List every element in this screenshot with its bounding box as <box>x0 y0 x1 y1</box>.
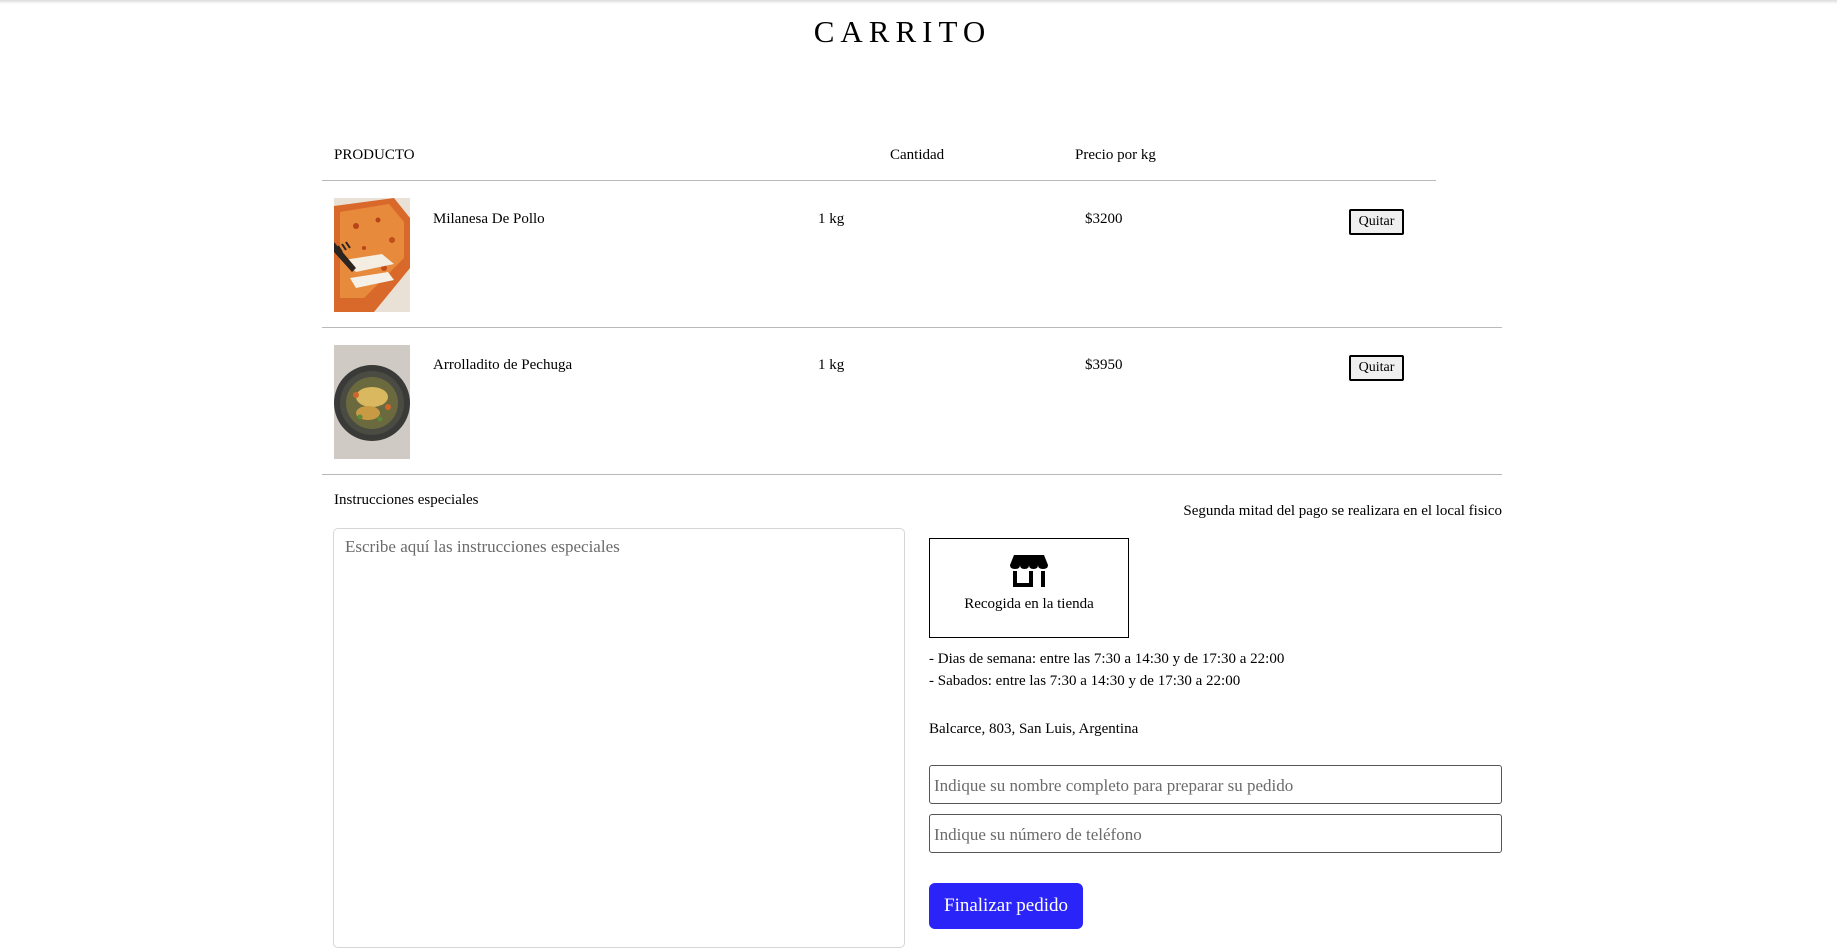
remove-item-button[interactable]: Quitar <box>1349 209 1404 235</box>
weekday-hours: - Dias de semana: entre las 7:30 a 14:30… <box>929 651 1285 667</box>
product-price: $3950 <box>1085 357 1123 373</box>
product-name: Milanesa De Pollo <box>433 211 545 227</box>
product-image-milanesa <box>334 198 410 312</box>
instructions-textarea[interactable] <box>333 528 905 948</box>
instructions-label: Instrucciones especiales <box>334 492 479 508</box>
store-icon <box>1010 554 1048 587</box>
finish-order-button[interactable]: Finalizar pedido <box>929 883 1083 929</box>
phone-input[interactable] <box>929 814 1502 853</box>
product-name: Arrolladito de Pechuga <box>433 357 573 373</box>
product-image-arrolladito <box>334 345 410 459</box>
store-pickup-option[interactable]: Recogida en la tienda <box>929 538 1129 638</box>
product-price: $3200 <box>1085 211 1123 227</box>
page-title: CARRITO <box>813 14 992 49</box>
column-header-price: Precio por kg <box>1075 147 1156 163</box>
row-divider <box>322 327 1502 328</box>
store-address: Balcarce, 803, San Luis, Argentina <box>929 721 1139 737</box>
row-divider <box>322 474 1502 475</box>
full-name-input[interactable] <box>929 765 1502 804</box>
column-header-quantity: Cantidad <box>890 147 945 163</box>
payment-note: Segunda mitad del pago se realizara en e… <box>1183 503 1502 519</box>
column-header-product: PRODUCTO <box>334 147 415 163</box>
product-quantity: 1 kg <box>818 357 845 373</box>
top-bar-shadow <box>0 0 1837 4</box>
store-pickup-label: Recogida en la tienda <box>964 596 1094 612</box>
header-divider <box>322 180 1436 181</box>
remove-item-button[interactable]: Quitar <box>1349 355 1404 381</box>
saturday-hours: - Sabados: entre las 7:30 a 14:30 y de 1… <box>929 673 1241 689</box>
product-quantity: 1 kg <box>818 211 845 227</box>
